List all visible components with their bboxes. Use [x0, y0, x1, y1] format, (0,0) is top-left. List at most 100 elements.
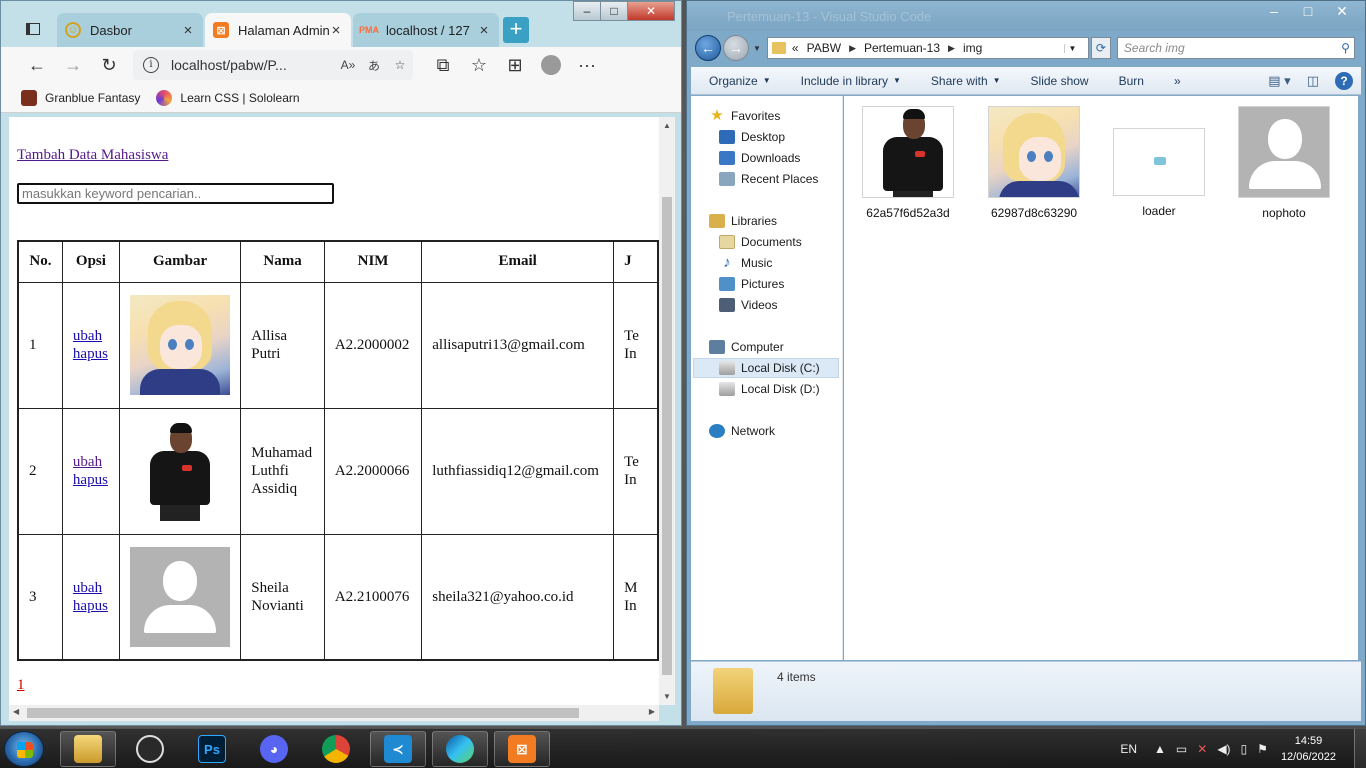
nav-network[interactable]: Network	[709, 421, 775, 441]
tab-close-icon[interactable]: ×	[477, 22, 491, 39]
maximize-button[interactable]: □	[1291, 1, 1325, 23]
tab-localhost[interactable]: PMA localhost / 127 ×	[353, 13, 499, 47]
taskbar-explorer[interactable]	[60, 731, 116, 767]
file-item[interactable]: 62a57f6d52a3d	[848, 106, 968, 220]
back-icon[interactable]: ←	[19, 49, 55, 81]
share-with-button[interactable]: Share with ▼	[931, 74, 1001, 88]
pagination-link[interactable]: 1	[17, 677, 25, 694]
scroll-down-icon[interactable]: ▼	[659, 692, 675, 701]
tab-halaman-admin[interactable]: ⊠ Halaman Admin ×	[205, 13, 351, 47]
device-icon[interactable]: ▭	[1176, 742, 1187, 756]
horizontal-scrollbar[interactable]: ◀ ▶	[9, 705, 659, 721]
breadcrumb[interactable]: « PABW ▶ Pertemuan-13 ▶ img ▼	[766, 37, 1089, 59]
change-view-icon[interactable]: ▤ ▾	[1268, 73, 1290, 89]
nav-recent-places[interactable]: Recent Places	[719, 169, 818, 189]
tab-close-icon[interactable]: ×	[181, 22, 195, 39]
search-input[interactable]	[17, 183, 334, 204]
nav-pictures[interactable]: Pictures	[719, 274, 784, 294]
slide-show-button[interactable]: Slide show	[1031, 74, 1089, 88]
refresh-icon[interactable]: ↻	[91, 49, 127, 81]
new-tab-button[interactable]: +	[503, 17, 529, 43]
tab-actions-button[interactable]	[17, 15, 49, 43]
clock[interactable]: 14:59 12/06/2022	[1281, 733, 1336, 765]
vertical-scrollbar[interactable]: ▲ ▼	[659, 117, 675, 705]
taskbar-snipping-tool[interactable]	[122, 731, 178, 767]
help-icon[interactable]: ?	[1335, 71, 1353, 90]
favorites-icon[interactable]: ☆	[461, 49, 497, 81]
read-aloud-icon[interactable]: A»	[335, 58, 361, 72]
nav-documents[interactable]: Documents	[719, 232, 802, 252]
burn-button[interactable]: Burn	[1119, 74, 1144, 88]
nav-desktop[interactable]: Desktop	[719, 127, 785, 147]
delete-link[interactable]: hapus	[73, 345, 109, 363]
volume-icon[interactable]: ◀)	[1217, 742, 1230, 756]
organize-button[interactable]: Organize ▼	[709, 74, 771, 88]
address-bar[interactable]: i localhost/pabw/P... A» あ ☆	[133, 50, 413, 80]
scroll-left-icon[interactable]: ◀	[13, 707, 19, 716]
bookmark-sololearn[interactable]: Learn CSS | Sololearn	[156, 89, 300, 106]
breadcrumb-item[interactable]: Pertemuan-13	[864, 41, 940, 55]
breadcrumb-separator-icon[interactable]: ▶	[849, 43, 856, 54]
scroll-thumb[interactable]	[662, 197, 672, 675]
nav-videos[interactable]: Videos	[719, 295, 777, 315]
nav-local-disk-d[interactable]: Local Disk (D:)	[719, 379, 820, 399]
delete-link[interactable]: hapus	[73, 471, 109, 489]
nav-computer[interactable]: Computer	[709, 337, 784, 357]
forward-button[interactable]: →	[723, 35, 749, 61]
action-center-icon[interactable]: ⚑	[1257, 742, 1268, 756]
recent-pages-icon[interactable]: ▼	[753, 44, 761, 53]
breadcrumb-separator-icon[interactable]: ▶	[948, 43, 955, 54]
profile-button[interactable]	[533, 49, 569, 81]
taskbar-chrome[interactable]	[308, 731, 364, 767]
include-in-library-button[interactable]: Include in library ▼	[801, 74, 901, 88]
tab-dasbor[interactable]: ☺ Dasbor ×	[57, 13, 203, 47]
site-info-icon[interactable]: i	[143, 57, 159, 73]
back-button[interactable]: ←	[695, 35, 721, 61]
file-item[interactable]: loader	[1099, 106, 1219, 218]
nav-favorites[interactable]: ★ Favorites	[709, 106, 780, 126]
close-button[interactable]: ✕	[1325, 1, 1359, 23]
bookmark-granblue[interactable]: Granblue Fantasy	[21, 89, 140, 106]
taskbar-xampp[interactable]: ⊠	[494, 731, 550, 767]
breadcrumb-overflow[interactable]: «	[792, 41, 799, 55]
scroll-right-icon[interactable]: ▶	[649, 707, 655, 716]
file-item[interactable]: nophoto	[1224, 106, 1344, 220]
extensions-icon[interactable]: ⧉	[425, 49, 461, 81]
minimize-button[interactable]: –	[573, 1, 601, 21]
favorite-star-icon[interactable]: ☆	[387, 58, 413, 72]
scroll-thumb[interactable]	[27, 708, 579, 718]
language-indicator[interactable]: EN	[1120, 742, 1137, 756]
taskbar-vscode[interactable]: ≺	[370, 731, 426, 767]
refresh-button[interactable]: ⟳	[1090, 37, 1111, 59]
edit-link[interactable]: ubah	[73, 453, 109, 471]
taskbar-photoshop[interactable]: Ps	[184, 731, 240, 767]
minimize-button[interactable]: –	[1257, 1, 1291, 23]
preview-pane-icon[interactable]: ◫	[1307, 73, 1319, 89]
network-status-icon[interactable]: ✕	[1197, 742, 1207, 756]
chevron-down-icon[interactable]: ▼	[1063, 43, 1080, 53]
collections-icon[interactable]: ⊞	[497, 49, 533, 81]
more-menu-icon[interactable]: ···	[569, 49, 605, 81]
nav-libraries[interactable]: Libraries	[709, 211, 777, 231]
more-commands-button[interactable]: »	[1174, 74, 1181, 88]
taskbar-discord[interactable]: ◕	[246, 731, 302, 767]
tab-close-icon[interactable]: ×	[329, 22, 343, 39]
battery-icon[interactable]: ▯	[1241, 742, 1248, 756]
breadcrumb-item[interactable]: img	[963, 41, 982, 55]
show-desktop-button[interactable]	[1354, 729, 1366, 768]
search-input[interactable]: Search img ⚲	[1116, 37, 1355, 59]
nav-local-disk-c[interactable]: Local Disk (C:)	[693, 358, 839, 378]
start-button[interactable]	[4, 731, 44, 767]
translate-icon[interactable]: あ	[361, 57, 387, 74]
nav-downloads[interactable]: Downloads	[719, 148, 800, 168]
edit-link[interactable]: ubah	[73, 579, 109, 597]
delete-link[interactable]: hapus	[73, 597, 109, 615]
maximize-button[interactable]: □	[600, 1, 628, 21]
show-hidden-icons-icon[interactable]: ▲	[1154, 742, 1166, 756]
file-item[interactable]: 62987d8c63290	[974, 106, 1094, 220]
forward-icon[interactable]: →	[55, 49, 91, 81]
breadcrumb-item[interactable]: PABW	[807, 41, 841, 55]
edit-link[interactable]: ubah	[73, 327, 109, 345]
scroll-up-icon[interactable]: ▲	[659, 121, 675, 130]
close-button[interactable]: ✕	[627, 1, 675, 21]
